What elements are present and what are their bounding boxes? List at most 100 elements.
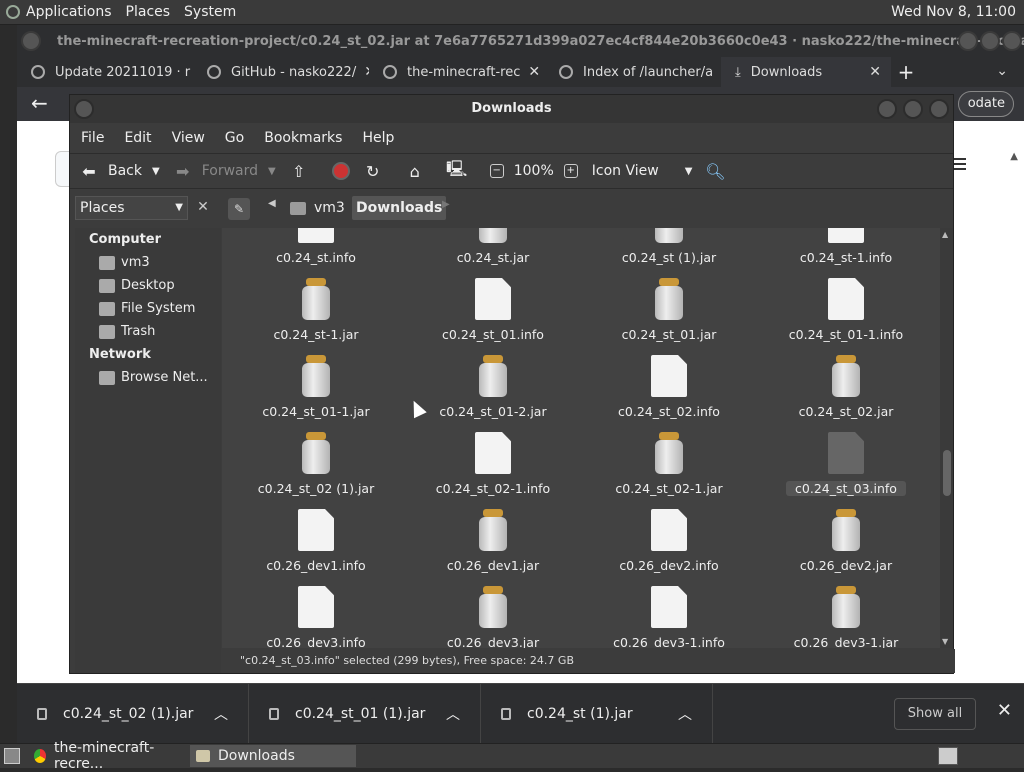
file-item[interactable]: c0.24_st_02.jar: [758, 355, 934, 432]
applications-menu[interactable]: Applications: [26, 4, 112, 20]
file-item[interactable]: c0.24_st_01-1.info: [758, 278, 934, 355]
taskbar-browser[interactable]: the-minecraft-recre...: [28, 740, 188, 772]
home-button[interactable]: ⌂: [406, 162, 434, 181]
edit-location-icon[interactable]: ✎: [228, 198, 250, 220]
maximize-button[interactable]: [903, 99, 923, 119]
browser-maximize-button[interactable]: [980, 31, 1000, 51]
file-item[interactable]: c0.24_st-1.info: [758, 228, 934, 278]
download-item[interactable]: c0.24_st_02 (1).jar ︿: [17, 683, 249, 744]
close-icon[interactable]: ✕: [528, 64, 540, 80]
file-item[interactable]: c0.26_dev1.info: [228, 509, 404, 586]
sidebar-item-desktop[interactable]: Desktop: [75, 274, 221, 297]
scrollbar-thumb[interactable]: [943, 450, 951, 496]
file-item[interactable]: c0.24_st.jar: [405, 228, 581, 278]
scroll-up-icon[interactable]: ▲: [942, 230, 948, 239]
menu-file[interactable]: File: [81, 130, 104, 146]
scroll-up-icon[interactable]: ▲: [1010, 151, 1018, 162]
chevron-left-icon[interactable]: ◀: [268, 198, 276, 209]
file-item[interactable]: c0.26_dev3-1.jar: [758, 586, 934, 648]
back-arrow-icon[interactable]: ←: [31, 91, 48, 115]
forward-button[interactable]: ➡ Forward ▼: [174, 162, 276, 181]
download-item[interactable]: c0.24_st_01 (1).jar ︿: [249, 683, 481, 744]
file-item[interactable]: c0.24_st_02 (1).jar: [228, 432, 404, 509]
chevron-up-icon[interactable]: ︿: [678, 704, 692, 724]
file-item[interactable]: c0.24_st_01.jar: [581, 278, 757, 355]
chevron-up-icon[interactable]: ︿: [214, 704, 228, 724]
chevron-down-icon[interactable]: ⌄: [996, 63, 1008, 79]
chevron-right-icon[interactable]: ▶: [442, 199, 450, 210]
up-button[interactable]: ⇧: [290, 162, 318, 181]
tab-github[interactable]: GitHub - nasko222/✕: [193, 57, 369, 87]
file-item[interactable]: c0.26_dev1.jar: [405, 509, 581, 586]
new-tab-button[interactable]: +: [891, 60, 921, 84]
scroll-down-icon[interactable]: ▼: [942, 637, 948, 646]
tab-repo[interactable]: the-minecraft-rec ✕: [369, 57, 545, 87]
menu-edit[interactable]: Edit: [124, 130, 151, 146]
file-item[interactable]: c0.26_dev3.jar: [405, 586, 581, 648]
close-icon[interactable]: ✕: [869, 64, 881, 80]
system-menu[interactable]: System: [184, 4, 236, 20]
sidebar-mode-select[interactable]: Places ▼: [75, 196, 188, 220]
reload-button[interactable]: ↻: [364, 162, 392, 181]
places-menu[interactable]: Places: [126, 4, 171, 20]
trash-icon[interactable]: [938, 747, 958, 765]
file-item[interactable]: c0.26_dev3-1.info: [581, 586, 757, 648]
zoom-in-icon[interactable]: +: [563, 164, 578, 178]
close-icon[interactable]: ✕: [193, 196, 213, 220]
tab-downloads[interactable]: ⤓ Downloads ✕: [721, 57, 891, 87]
file-item[interactable]: c0.24_st_01-1.jar: [228, 355, 404, 432]
menu-view[interactable]: View: [172, 130, 205, 146]
file-name: c0.24_st_01.jar: [621, 327, 717, 342]
file-item[interactable]: c0.24_st_02-1.info: [405, 432, 581, 509]
sidebar-item-file-system[interactable]: File System: [75, 297, 221, 320]
distro-logo-icon[interactable]: [0, 0, 26, 25]
file-item[interactable]: c0.24_st (1).jar: [581, 228, 757, 278]
file-item[interactable]: c0.24_st.info: [228, 228, 404, 278]
close-button[interactable]: [929, 99, 949, 119]
tab-update[interactable]: Update 20211019 · r: [17, 57, 193, 87]
file-item[interactable]: c0.24_st-1.jar: [228, 278, 404, 355]
back-button[interactable]: ⬅ Back ▼: [80, 162, 160, 181]
file-item[interactable]: c0.26_dev2.jar: [758, 509, 934, 586]
computer-button[interactable]: 🖳: [446, 159, 476, 180]
close-icon[interactable]: ✕: [997, 700, 1012, 721]
file-item[interactable]: c0.26_dev3.info: [228, 586, 404, 648]
stop-button[interactable]: [331, 162, 350, 180]
menu-bookmarks[interactable]: Bookmarks: [264, 130, 342, 146]
hamburger-icon[interactable]: [952, 155, 966, 173]
breadcrumb-vm3[interactable]: vm3: [290, 196, 345, 220]
chevron-down-icon[interactable]: ▼: [152, 166, 160, 177]
search-button[interactable]: 🔍︎: [705, 162, 734, 181]
download-item[interactable]: c0.24_st (1).jar ︿: [481, 683, 713, 744]
file-item[interactable]: c0.24_st_01-2.jar: [405, 355, 581, 432]
file-item[interactable]: c0.26_dev2.info: [581, 509, 757, 586]
browser-close-button[interactable]: [1002, 31, 1022, 51]
chevron-down-icon[interactable]: ▼: [268, 166, 276, 177]
browser-minimize-button[interactable]: [958, 31, 978, 51]
tab-label: Downloads: [750, 64, 823, 80]
menu-go[interactable]: Go: [225, 130, 244, 146]
view-mode-select[interactable]: Icon View ▼: [592, 163, 693, 179]
clock[interactable]: Wed Nov 8, 11:00: [891, 4, 1016, 20]
vertical-scrollbar[interactable]: ▲ ▼: [940, 228, 953, 648]
window-menu-icon[interactable]: [74, 99, 94, 119]
zoom-out-icon[interactable]: −: [489, 164, 504, 178]
show-desktop-icon[interactable]: [4, 748, 20, 764]
taskbar-downloads[interactable]: Downloads: [190, 745, 356, 767]
file-item[interactable]: c0.24_st_02.info: [581, 355, 757, 432]
document-file-icon: [298, 586, 334, 628]
breadcrumb-downloads[interactable]: Downloads: [352, 196, 447, 220]
sidebar-item-browse-network[interactable]: Browse Net...: [75, 366, 221, 389]
minimize-button[interactable]: [877, 99, 897, 119]
show-all-button[interactable]: Show all: [894, 698, 976, 730]
tab-index[interactable]: Index of /launcher/a✕: [545, 57, 721, 87]
menu-help[interactable]: Help: [362, 130, 394, 146]
sidebar-item-trash[interactable]: Trash: [75, 320, 221, 343]
file-item[interactable]: c0.24_st_03.info: [758, 432, 934, 509]
chevron-up-icon[interactable]: ︿: [446, 704, 460, 724]
browser-window-menu-icon[interactable]: [21, 31, 41, 51]
sidebar-item-vm3[interactable]: vm3: [75, 251, 221, 274]
file-item[interactable]: c0.24_st_01.info: [405, 278, 581, 355]
file-item[interactable]: c0.24_st_02-1.jar: [581, 432, 757, 509]
update-button[interactable]: odate: [958, 91, 1014, 117]
